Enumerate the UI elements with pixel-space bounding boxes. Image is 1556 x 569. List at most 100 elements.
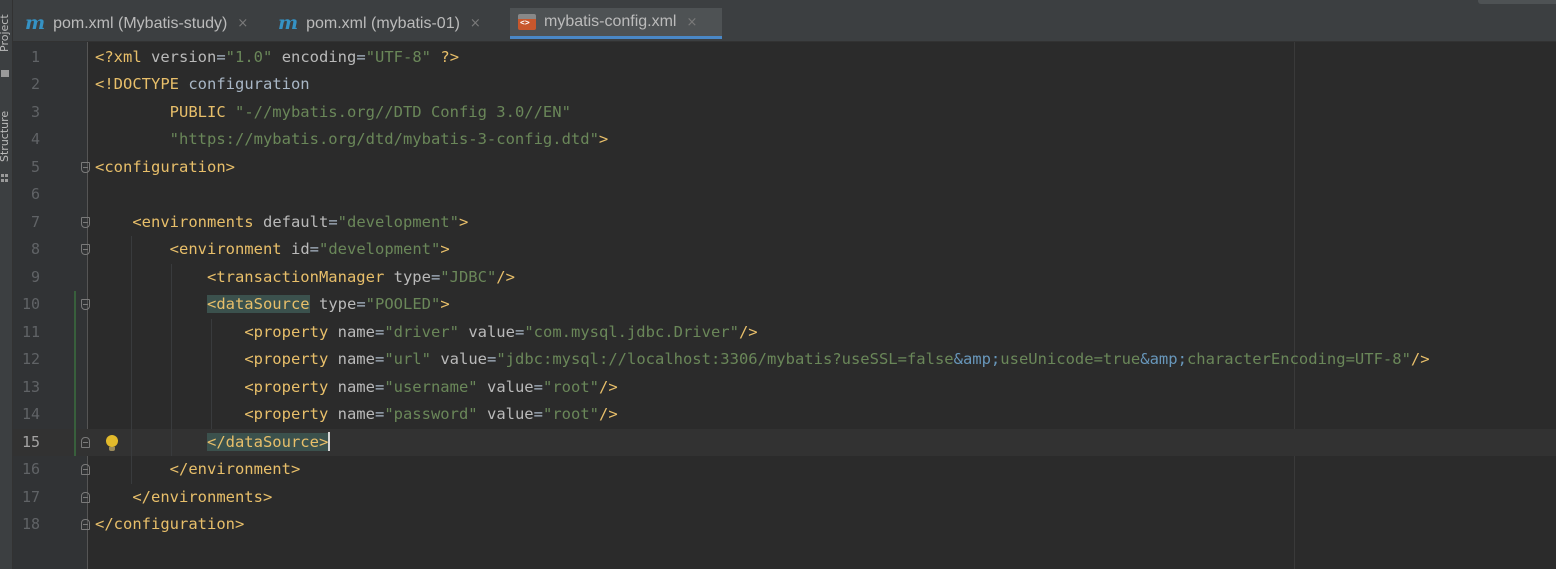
code-text: <transactionManager type="JDBC"/> xyxy=(95,264,515,292)
code-token: <!DOCTYPE xyxy=(95,75,189,93)
code-line[interactable]: 9 <transactionManager type="JDBC"/> xyxy=(13,264,1556,292)
line-number: 10 xyxy=(21,295,40,313)
line-number: 18 xyxy=(21,515,40,533)
code-token: "jdbc:mysql://localhost:3306/mybatis?use… xyxy=(496,350,954,368)
code-token: "password" xyxy=(384,405,478,423)
code-token: <property xyxy=(244,322,338,341)
code-token: = xyxy=(430,267,441,286)
code-token: "development" xyxy=(337,212,459,231)
code-text: <configuration> xyxy=(95,154,235,182)
fold-marker-icon[interactable] xyxy=(81,491,90,503)
code-token: = xyxy=(309,240,319,258)
code-token: <?xml xyxy=(95,47,151,66)
fold-marker-icon[interactable] xyxy=(81,161,90,173)
code-token: /> xyxy=(599,405,618,423)
code-line[interactable]: 3 PUBLIC "-//mybatis.org//DTD Config 3.0… xyxy=(13,99,1556,127)
code-token: </dataSource> xyxy=(206,432,329,451)
fold-marker-icon[interactable] xyxy=(81,519,90,530)
code-line[interactable]: 17 </environments> xyxy=(13,484,1556,512)
code-token: "root" xyxy=(543,405,599,423)
line-number: 8 xyxy=(30,240,40,258)
tab-label: pom.xml (mybatis-01) xyxy=(306,14,460,32)
fold-marker-icon[interactable] xyxy=(81,244,90,255)
code-token: "UTF-8" xyxy=(365,47,432,66)
code-token: = xyxy=(374,350,385,368)
code-token: = xyxy=(374,377,385,396)
code-text: "https://mybatis.org/dtd/mybatis-3-confi… xyxy=(95,126,609,154)
code-token: /> xyxy=(599,377,618,396)
indent-guide xyxy=(131,236,132,484)
code-line[interactable]: 1 <?xml version="1.0" encoding="UTF-8" ?> xyxy=(13,44,1556,72)
line-number: 13 xyxy=(21,377,40,396)
project-tool-label: Project xyxy=(0,14,11,52)
code-token: "development" xyxy=(319,240,441,258)
code-token: <property xyxy=(244,350,338,368)
project-tool-button[interactable]: Project xyxy=(0,0,12,82)
code-line[interactable]: 18 </configuration> xyxy=(13,511,1556,539)
code-editor[interactable]: 1 <?xml version="1.0" encoding="UTF-8" ?>… xyxy=(13,42,1556,569)
code-token: value xyxy=(440,350,487,368)
tab-label: pom.xml (Mybatis-study) xyxy=(53,14,228,32)
code-line[interactable]: 13 <property name="username" value="root… xyxy=(13,374,1556,402)
fold-marker-icon[interactable] xyxy=(81,436,90,448)
code-line[interactable]: 12 <property name="url" value="jdbc:mysq… xyxy=(13,346,1556,374)
editor-tab-bar: m pom.xml (Mybatis-study) × m pom.xml (m… xyxy=(13,0,1556,42)
code-token: "root" xyxy=(543,377,599,396)
structure-tool-button[interactable]: Structure xyxy=(0,100,12,190)
code-text: <environments default="development"> xyxy=(95,209,468,237)
close-icon[interactable]: × xyxy=(470,16,481,31)
line-number: 17 xyxy=(21,487,40,506)
line-number: 5 xyxy=(30,157,40,176)
tab-pom-mybatis-study[interactable]: m pom.xml (Mybatis-study) × xyxy=(17,8,267,39)
close-icon[interactable]: × xyxy=(237,16,248,31)
code-line[interactable]: 7 <environments default="development"> xyxy=(13,209,1556,237)
close-icon[interactable]: × xyxy=(686,15,697,30)
code-line[interactable]: 2 <!DOCTYPE configuration xyxy=(13,71,1556,99)
fold-marker-icon[interactable] xyxy=(81,464,90,475)
code-text: <property name="driver" value="com.mysql… xyxy=(95,319,757,347)
code-token: = xyxy=(487,350,497,368)
tab-pom-mybatis-01[interactable]: m pom.xml (mybatis-01) × xyxy=(270,8,510,39)
code-line[interactable]: 6 xyxy=(13,181,1556,209)
code-line[interactable]: 5 <configuration> xyxy=(13,154,1556,182)
code-token: <dataSource xyxy=(206,295,310,313)
fold-marker-icon[interactable] xyxy=(81,299,90,310)
code-line[interactable]: 10 <dataSource type="POOLED"> xyxy=(13,291,1556,319)
code-text: </configuration> xyxy=(95,511,244,539)
code-token: </environments> xyxy=(132,487,273,506)
vcs-change-marker[interactable] xyxy=(74,291,76,456)
code-token: = xyxy=(356,47,366,66)
code-token: configuration xyxy=(188,75,310,93)
line-number: 1 xyxy=(30,47,40,66)
tab-mybatis-config[interactable]: mybatis-config.xml × xyxy=(510,8,722,39)
code-token: = xyxy=(533,405,543,423)
code-token: version xyxy=(151,47,217,66)
folder-icon xyxy=(1,70,9,77)
code-line[interactable]: 16 </environment> xyxy=(13,456,1556,484)
code-line[interactable]: 11 <property name="driver" value="com.my… xyxy=(13,319,1556,347)
code-token: name xyxy=(337,377,375,396)
code-token: value xyxy=(486,377,534,396)
code-line[interactable]: 15 </dataSource> xyxy=(13,428,1556,456)
code-line[interactable]: 4 "https://mybatis.org/dtd/mybatis-3-con… xyxy=(13,126,1556,154)
fold-marker-icon[interactable] xyxy=(81,216,90,228)
code-line[interactable]: 14 <property name="password" value="root… xyxy=(13,401,1556,429)
code-token: value xyxy=(486,405,534,423)
line-number: 15 xyxy=(21,432,40,451)
line-number: 16 xyxy=(21,460,40,478)
xml-file-icon xyxy=(518,14,536,30)
line-number: 14 xyxy=(21,405,40,423)
code-text: <property name="url" value="jdbc:mysql:/… xyxy=(95,346,1429,374)
line-number: 6 xyxy=(30,185,40,203)
code-token: /> xyxy=(496,267,515,286)
code-line[interactable]: 8 <environment id="development"> xyxy=(13,236,1556,264)
code-token: &amp; xyxy=(953,350,1001,368)
code-token: </environment> xyxy=(169,460,301,478)
